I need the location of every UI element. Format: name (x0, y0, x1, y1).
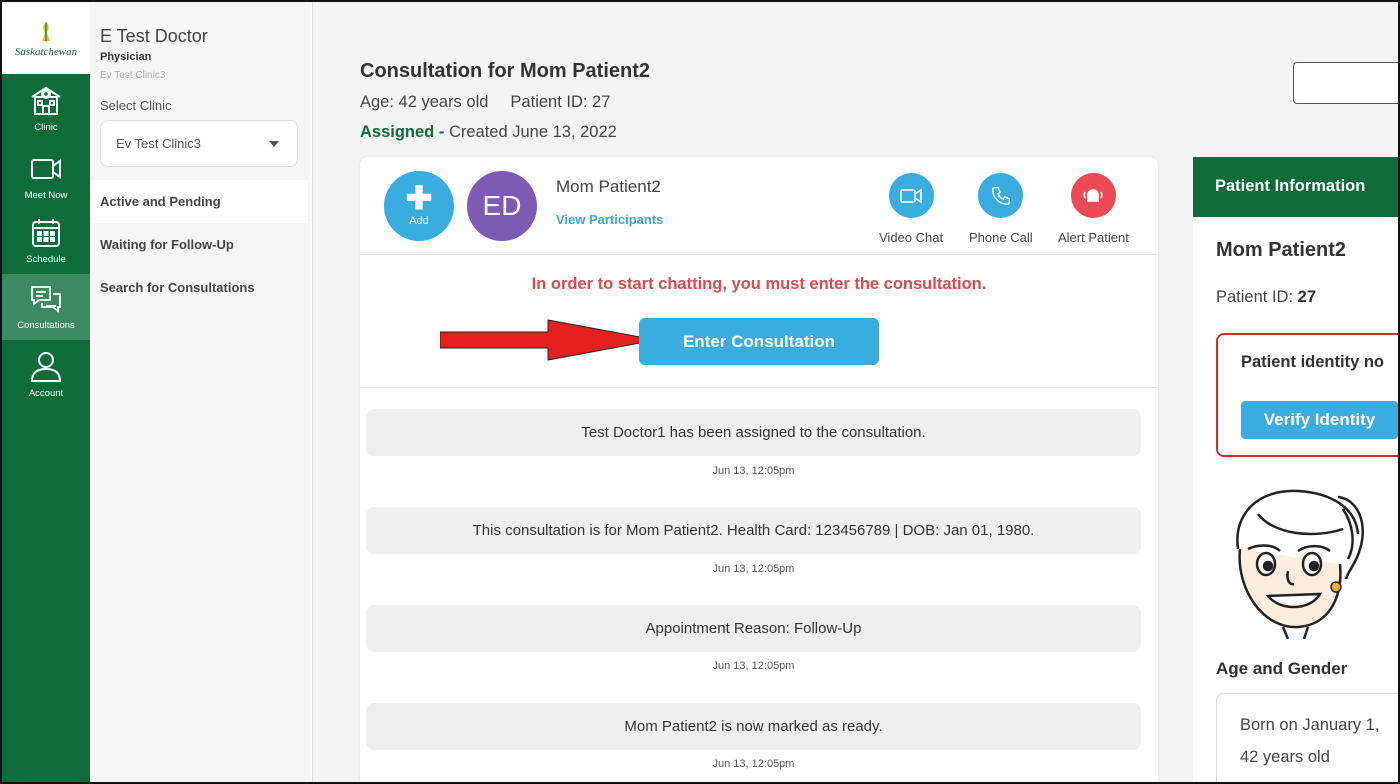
patient-info-heading: Patient Information (1193, 157, 1400, 217)
verify-identity-button[interactable]: Verify Identity (1241, 401, 1398, 439)
nav-waiting-for-follow-up[interactable]: Waiting for Follow-Up (90, 223, 308, 266)
identity-warning-box: Patient identity no Verify Identity (1216, 333, 1400, 457)
doctor-name: E Test Doctor (100, 26, 208, 46)
clinic-select-value: Ev Test Clinic3 (116, 136, 202, 151)
age-gender-label: Age and Gender (1216, 659, 1348, 678)
main-content: Consultation for Mom Patient2 Age: 42 ye… (313, 2, 1400, 784)
rail-label-meet-now: Meet Now (24, 190, 68, 201)
nav-active-and-pending[interactable]: Active and Pending (90, 180, 308, 223)
red-arrow-annotation (440, 319, 657, 361)
clinic-select[interactable]: Ev Test Clinic3 (100, 120, 298, 167)
card-divider (360, 254, 1158, 255)
alert-patient-button[interactable]: Alert Patient (1058, 173, 1129, 245)
rail-item-account[interactable]: Account (2, 350, 90, 408)
plus-icon: ✚ (405, 180, 433, 216)
patient-meta: Age: 42 years old Patient ID: 27 (360, 93, 610, 112)
chevron-down-icon (269, 141, 279, 147)
wheat-logo-icon (42, 20, 50, 41)
message-timestamp: Jun 13, 12:05pm (712, 465, 795, 477)
add-label: Add (409, 215, 429, 227)
select-clinic-label: Select Clinic (100, 98, 172, 113)
message-timestamp: Jun 13, 12:05pm (712, 660, 795, 672)
chat-message: Appointment Reason: Follow-Up (366, 605, 1141, 652)
secondary-sidebar: E Test Doctor Physician Ev Test Clinic3 … (90, 2, 310, 782)
patient-info-name: Mom Patient2 (1216, 239, 1347, 261)
alert-patient-label: Alert Patient (1058, 230, 1129, 245)
enter-consultation-button[interactable]: Enter Consultation (639, 318, 879, 365)
avatar: ED (467, 171, 537, 241)
phone-icon (978, 173, 1024, 218)
rail-item-meet-now[interactable]: Meet Now (2, 152, 90, 210)
age-gender-box: Born on January 1, 42 years old (1216, 693, 1400, 784)
consult-status-line: Assigned - Created June 13, 2022 (360, 123, 617, 142)
rail-label-account: Account (28, 388, 64, 399)
patient-age: Age: 42 years old (360, 93, 489, 111)
patient-portrait (1236, 489, 1365, 639)
born-date: Born on January 1, (1240, 716, 1380, 734)
rail-label-consultations: Consultations (17, 320, 75, 331)
user-icon (30, 352, 62, 382)
rail-label-clinic: Clinic (34, 122, 58, 133)
patient-id-label: Patient ID: (1216, 288, 1294, 306)
participant-name: Mom Patient2 (556, 177, 661, 196)
age-years: 42 years old (1240, 748, 1330, 766)
patient-id-value: 27 (1297, 288, 1316, 306)
consultation-card: ✚ Add ED Mom Patient2 View Participants … (360, 157, 1158, 784)
message-timestamp: Jun 13, 12:05pm (712, 563, 795, 575)
bell-alert-icon (1070, 173, 1116, 218)
add-participant-button[interactable]: ✚ Add (384, 171, 454, 241)
patient-info-panel: Patient Information Mom Patient2 Patient… (1193, 157, 1400, 784)
identity-warning-text: Patient identity no (1241, 353, 1385, 371)
status-badge: Assigned (360, 123, 435, 141)
created-date: Created June 13, 2022 (448, 123, 617, 141)
patient-id: Patient ID: 27 (510, 93, 611, 111)
status-separator: - (434, 123, 449, 141)
patient-info-id: Patient ID: 27 (1216, 288, 1316, 307)
message-timestamp: Jun 13, 12:05pm (712, 758, 795, 770)
rail-item-schedule[interactable]: Schedule (2, 216, 90, 274)
phone-call-button[interactable]: Phone Call (969, 173, 1033, 245)
saskatchewan-logo[interactable]: Saskatchewan (2, 2, 90, 74)
rail-label-schedule: Schedule (26, 254, 66, 265)
video-chat-label: Video Chat (879, 230, 944, 245)
video-chat-button[interactable]: Video Chat (879, 173, 943, 245)
nav-search-for-consultations[interactable]: Search for Consultations (90, 266, 308, 309)
top-right-field[interactable] (1293, 62, 1400, 104)
doctor-clinic: Ev Test Clinic3 (100, 70, 166, 81)
chat-bubbles-icon (31, 286, 61, 313)
phone-call-label: Phone Call (969, 230, 1033, 245)
chat-message: Test Doctor1 has been assigned to the co… (366, 409, 1141, 456)
doctor-role: Physician (100, 51, 152, 63)
chat-message: This consultation is for Mom Patient2. H… (366, 507, 1141, 554)
view-participants-link[interactable]: View Participants (556, 212, 663, 227)
chat-message: Mom Patient2 is now marked as ready. (366, 703, 1141, 750)
calendar-icon (32, 219, 60, 247)
page-title: Consultation for Mom Patient2 (360, 60, 650, 82)
icon-rail: Saskatchewan Clinic Meet Now Schedule Co… (2, 2, 90, 782)
video-camera-icon (31, 159, 61, 179)
clinic-icon (31, 86, 61, 115)
video-camera-icon (888, 173, 934, 218)
enter-warning: In order to start chatting, you must ent… (531, 275, 987, 293)
rail-item-consultations[interactable]: Consultations (2, 274, 90, 340)
rail-item-clinic[interactable]: Clinic (2, 84, 90, 142)
card-divider (360, 387, 1158, 388)
logo-text: Saskatchewan (14, 45, 78, 58)
